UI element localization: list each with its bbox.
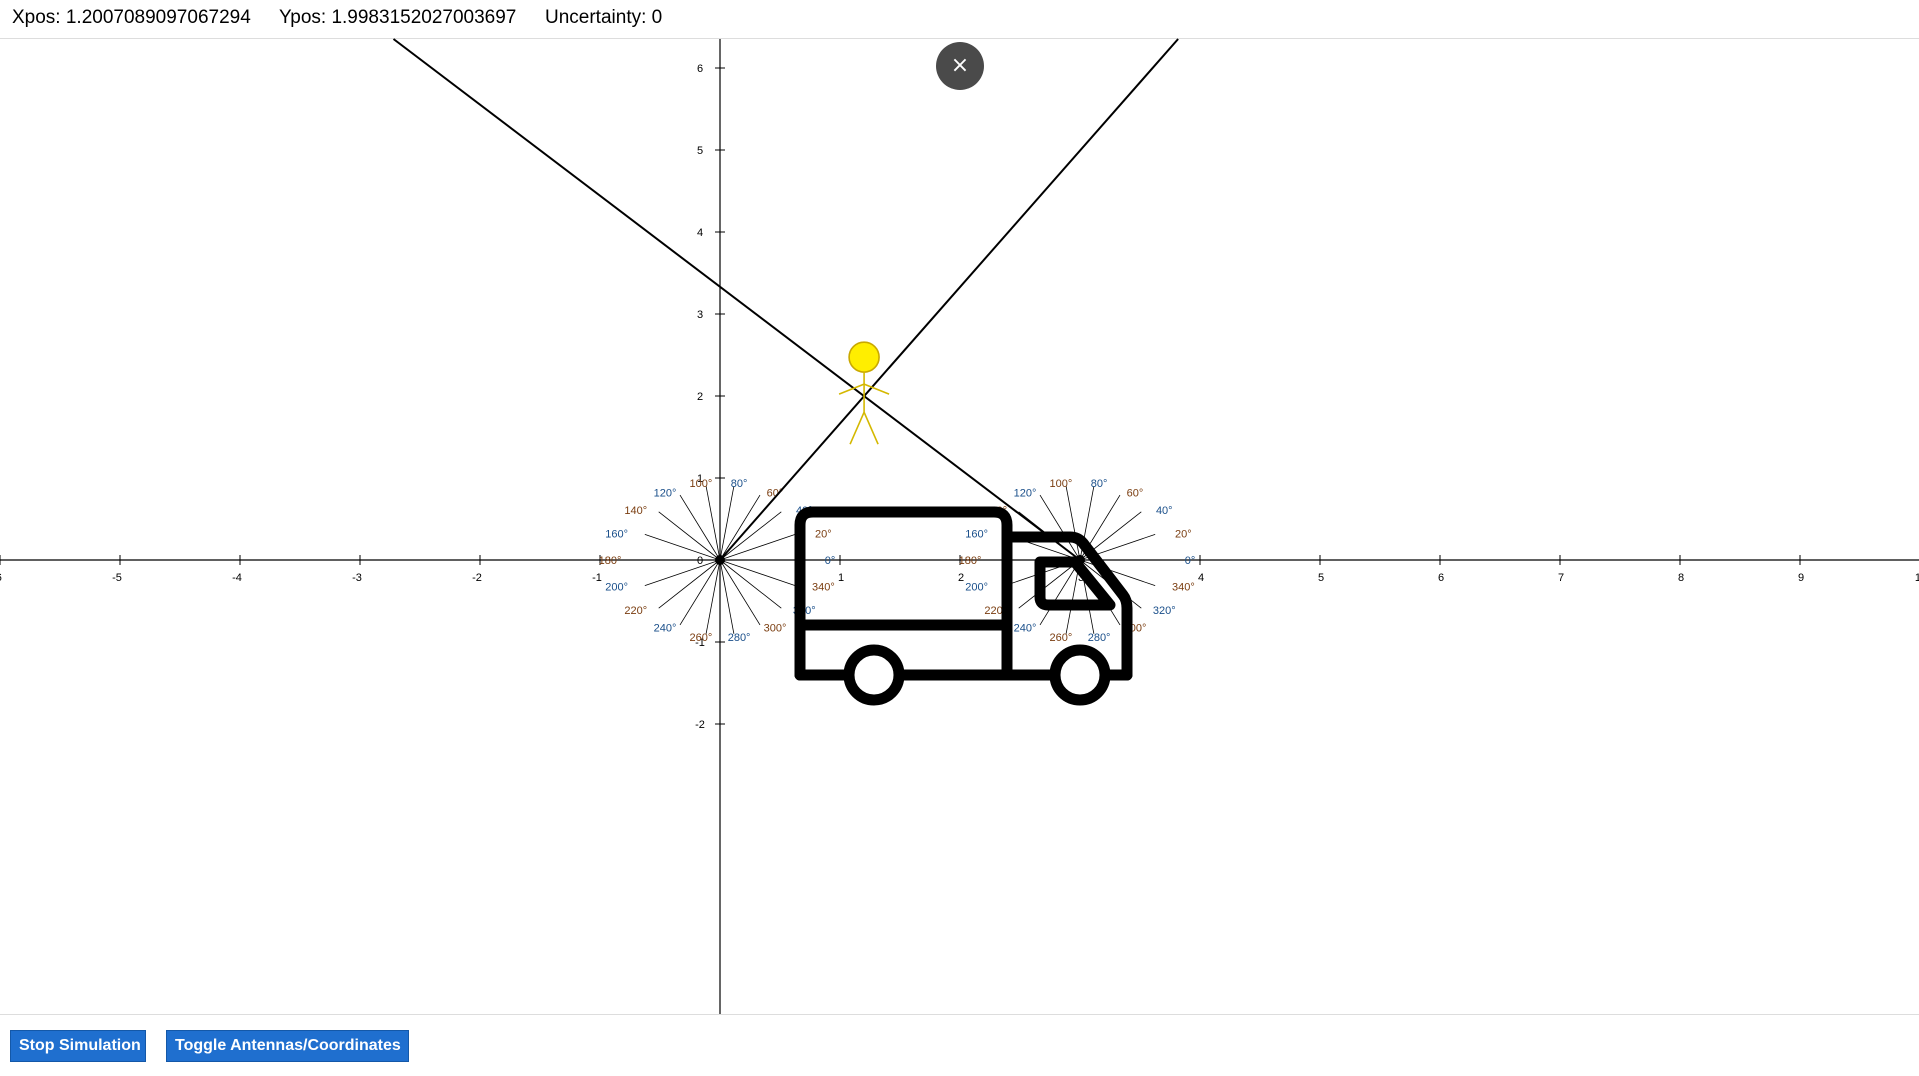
antenna-angle-label: 200° [605, 582, 628, 594]
antenna-angle-label: 180° [959, 555, 982, 567]
antenna-angle-label: 160° [965, 528, 988, 540]
antenna-angle-label: 340° [1172, 582, 1195, 594]
person-icon [838, 341, 890, 445]
x-tick-label: 1 [838, 572, 844, 584]
x-tick-label: 8 [1678, 572, 1684, 584]
x-tick-label: -3 [352, 572, 362, 584]
y-tick-label: 2 [697, 391, 703, 403]
toggle-antennas-coordinates-button[interactable]: Toggle Antennas/Coordinates [166, 1030, 409, 1062]
x-tick-label: -1 [592, 572, 602, 584]
x-tick-label: 9 [1798, 572, 1804, 584]
antenna-angle-label: 340° [812, 582, 835, 594]
axes: -6-5-4-3-2-1123456789106543210-1-2 [0, 39, 1919, 1014]
person-leg-right [863, 411, 879, 445]
antenna-spoke [719, 511, 782, 561]
x-tick-label: 2 [958, 572, 964, 584]
y-tick-label: 4 [697, 227, 703, 239]
x-tick-label: -2 [472, 572, 482, 584]
stop-simulation-button[interactable]: Stop Simulation [10, 1030, 146, 1062]
y-tick-label: -2 [695, 719, 705, 731]
antenna-angle-label: 260° [1050, 632, 1073, 644]
antenna-angle-label: 100° [1050, 478, 1073, 490]
antenna-spoke [658, 511, 721, 561]
antenna-angle-label: 320° [1153, 605, 1176, 617]
delivery-truck-icon [794, 506, 1133, 706]
antenna-angle-label: 120° [654, 487, 677, 499]
coordinate-plot: -6-5-4-3-2-1123456789106543210-1-2 0°20°… [0, 38, 1919, 1014]
y-tick-label: 3 [697, 309, 703, 321]
x-tick-label: 6 [1438, 572, 1444, 584]
antenna-spoke [644, 559, 721, 587]
x-tick-label: 7 [1558, 572, 1564, 584]
person-leg-left [849, 411, 865, 445]
antenna-angle-label: 200° [965, 582, 988, 594]
antenna-rosettes: 0°20°40°60°80°100°120°140°160°180°200°22… [599, 478, 1196, 644]
antenna-angle-label: 140° [624, 505, 647, 517]
antenna-angle-label: 280° [728, 632, 751, 644]
antenna-angle-label: 20° [815, 528, 832, 540]
antenna-angle-label: 260° [690, 632, 713, 644]
antenna-angle-label: 180° [599, 555, 622, 567]
antenna-angle-label: 160° [605, 528, 628, 540]
y-tick-label: 6 [697, 63, 703, 75]
antenna-angle-label: 280° [1088, 632, 1111, 644]
antenna-angle-label: 0° [825, 555, 836, 567]
antenna-angle-label: 240° [654, 623, 677, 635]
antenna-angle-label: 0° [1185, 555, 1196, 567]
antenna-spoke [719, 559, 782, 609]
antenna-angle-label: 60° [1127, 487, 1144, 499]
x-tick-label: 5 [1318, 572, 1324, 584]
close-button[interactable]: × [936, 42, 984, 90]
antenna-angle-label: 120° [1014, 487, 1037, 499]
x-tick-label: -6 [0, 572, 2, 584]
x-tick-label: 4 [1198, 572, 1204, 584]
antenna-spoke [658, 559, 721, 609]
antenna-angle-label: 80° [1091, 478, 1108, 490]
person-head [848, 341, 880, 373]
y-tick-label: 0 [697, 555, 703, 567]
x-tick-label: -5 [112, 572, 122, 584]
antenna-spoke [644, 533, 721, 561]
antenna-angle-label: 100° [690, 478, 713, 490]
bearing-line [719, 38, 1179, 561]
antenna-angle-label: 300° [764, 623, 787, 635]
antenna-angle-label: 220° [624, 605, 647, 617]
antenna-angle-label: 40° [1156, 505, 1173, 517]
antenna-angle-label: 80° [731, 478, 748, 490]
antenna-angle-label: 20° [1175, 528, 1192, 540]
y-tick-label: 5 [697, 145, 703, 157]
x-tick-label: 10 [1915, 572, 1919, 584]
antenna-spoke [719, 559, 796, 587]
antenna-angle-label: 240° [1014, 623, 1037, 635]
x-tick-label: -4 [232, 572, 242, 584]
